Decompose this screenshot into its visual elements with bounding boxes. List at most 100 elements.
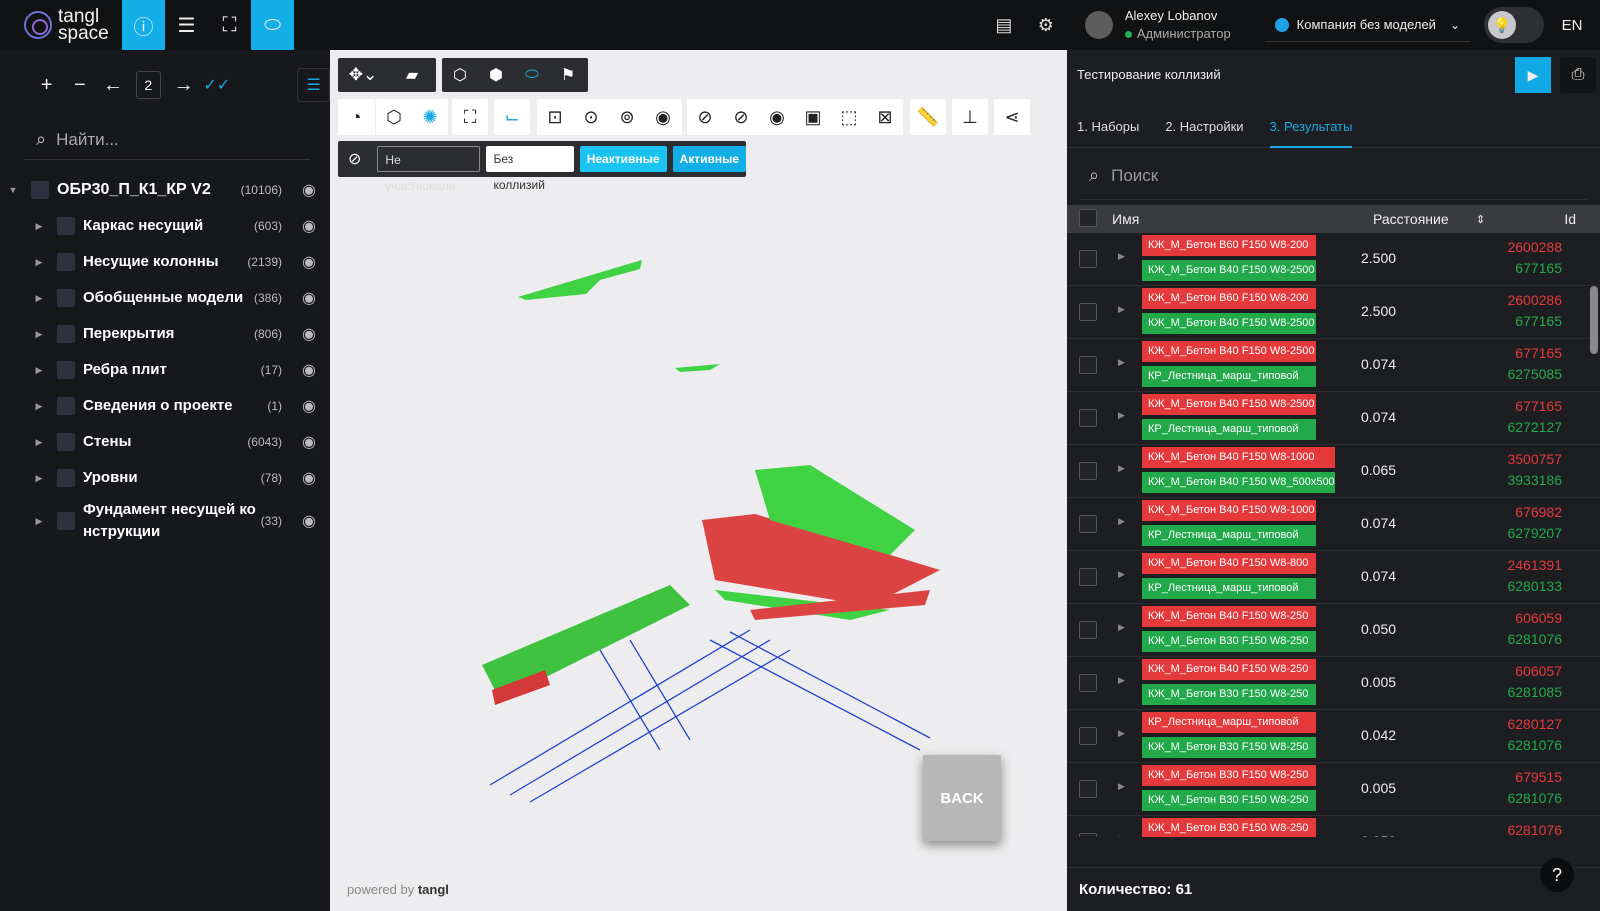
tree-root[interactable]: ▼ ОБР30_П_К1_КР V2 (10106) ◉ (0, 172, 330, 208)
element-a-tag[interactable]: КЖ_М_Бетон B40 F150 W8-800 (1142, 553, 1316, 574)
user-info[interactable]: Alexey Lobanov Администратор (1124, 7, 1231, 43)
tree-item[interactable]: ▶ Каркас несущий (603) ◉ (0, 208, 330, 244)
focus-frame-icon[interactable]: ⊚ (609, 99, 645, 135)
result-row[interactable]: ▶ КЖ_М_Бетон B40 F150 W8-1000 КР_Лестница_… (1067, 498, 1600, 551)
element-a-tag[interactable]: КЖ_М_Бетон B30 F150 W8-250 (1142, 765, 1316, 786)
path-button[interactable]: ⌙ (494, 99, 530, 135)
row-checkbox[interactable] (1079, 833, 1097, 837)
hide-all-icon[interactable]: ⊘ (687, 99, 723, 135)
filter-active[interactable]: Активные (672, 146, 747, 172)
export-report-button[interactable]: ⎙ (1560, 57, 1596, 93)
tree-checkbox[interactable] (57, 217, 75, 235)
isolate-icon[interactable]: ▣ (795, 99, 831, 135)
caret-down-icon[interactable]: ▼ (8, 185, 18, 195)
caret-right-icon[interactable]: ▶ (1118, 728, 1125, 739)
tree-checkbox[interactable] (57, 512, 75, 530)
caret-right-icon[interactable]: ▶ (34, 365, 44, 376)
eye-icon[interactable]: ◉ (302, 216, 316, 236)
result-row[interactable]: ▶ КЖ_М_Бетон B30 F150 W8-250 КЖ_М_Бетон B3… (1067, 763, 1600, 816)
col-id[interactable]: Id (1564, 211, 1576, 227)
element-b-tag[interactable]: КЖ_М_Бетон B40 F150 W8-2500 (1142, 313, 1316, 334)
row-checkbox[interactable] (1079, 780, 1097, 798)
tree-checkbox[interactable] (57, 325, 75, 343)
eye-icon[interactable]: ◉ (302, 468, 316, 488)
eye-icon[interactable]: ◉ (302, 360, 316, 380)
result-row[interactable]: ▶ КЖ_М_Бетон B30 F150 W8-250 0.050 6281076 (1067, 816, 1600, 837)
show-icon[interactable]: ◉ (759, 99, 795, 135)
level-forward-button[interactable]: → (167, 74, 200, 97)
caret-right-icon[interactable]: ▶ (1118, 675, 1125, 686)
element-a-tag[interactable]: КЖ_М_Бетон B40 F150 W8-1000 (1142, 447, 1335, 468)
row-checkbox[interactable] (1079, 409, 1097, 427)
level-cut-button[interactable]: ⊥ (952, 99, 988, 135)
caret-right-icon[interactable]: ▶ (34, 293, 44, 304)
result-row[interactable]: ▶ КР_Лестница_марш_типовой КЖ_М_Бетон B30 … (1067, 710, 1600, 763)
tree-item[interactable]: ▶ Стены (6043) ◉ (0, 424, 330, 460)
element-b-tag[interactable]: КЖ_М_Бетон B30 F150 W8-250 (1142, 737, 1316, 758)
comment-icon[interactable]: ▰ (388, 65, 436, 85)
row-checkbox[interactable] (1079, 356, 1097, 374)
tab-results[interactable]: 3. Результаты (1269, 98, 1353, 148)
tree-search-input[interactable]: ⌕ Найти... (24, 120, 310, 160)
wireframe-cube-icon[interactable]: ⬡ (442, 65, 478, 85)
tree-checkbox[interactable] (57, 289, 75, 307)
caret-right-icon[interactable]: ▶ (1118, 781, 1125, 792)
element-a-tag[interactable]: КЖ_М_Бетон B40 F150 W8-2500 (1142, 394, 1316, 415)
help-button[interactable]: ? (1540, 858, 1574, 892)
frame-tab-button[interactable]: ⛶ (208, 0, 251, 50)
element-b-tag[interactable]: КЖ_М_Бетон B30 F150 W8-250 (1142, 684, 1316, 705)
run-test-button[interactable]: ▶ (1515, 57, 1551, 93)
eye-icon[interactable]: ◉ (302, 180, 316, 200)
hexagon-icon[interactable]: ⬡ (376, 99, 412, 135)
tree-item[interactable]: ▶ Перекрытия (806) ◉ (0, 316, 330, 352)
sort-icon[interactable]: ⇕ (1476, 213, 1485, 226)
caret-right-icon[interactable]: ▶ (1118, 622, 1125, 633)
element-a-tag[interactable]: КЖ_М_Бетон B30 F150 W8-250 (1142, 818, 1316, 837)
tree-item[interactable]: ▶ Ребра плит (17) ◉ (0, 352, 330, 388)
filter-not-participated[interactable]: Не участвовали (377, 146, 481, 193)
hide-selection-icon[interactable]: ⊠ (867, 99, 903, 135)
element-a-tag[interactable]: КЖ_М_Бетон B60 F150 W8-200 (1142, 235, 1316, 256)
caret-right-icon[interactable]: ▶ (1118, 463, 1125, 474)
eye-icon[interactable]: ◉ (302, 288, 316, 308)
tree-checkbox[interactable] (57, 469, 75, 487)
navigation-cube[interactable]: BACK (923, 755, 1001, 841)
tree-item[interactable]: ▶ Обобщенные модели (386) ◉ (0, 280, 330, 316)
row-checkbox[interactable] (1079, 727, 1097, 745)
col-distance[interactable]: Расстояние (1373, 211, 1449, 227)
result-row[interactable]: ▶ КЖ_М_Бетон B40 F150 W8-2500 КР_Лестница_… (1067, 392, 1600, 445)
level-back-button[interactable]: ← (96, 74, 129, 97)
element-b-tag[interactable]: КЖ_М_Бетон B40 F150 W8_500x500 (1142, 472, 1335, 493)
measure-button[interactable]: 📏 (910, 99, 946, 135)
flag-icon[interactable]: ⚑ (550, 65, 586, 85)
filter-no-collisions[interactable]: Без коллизий (486, 146, 574, 192)
share-button[interactable]: ⋖ (994, 99, 1030, 135)
element-b-tag[interactable]: КР_Лестница_марш_типовой (1142, 525, 1316, 546)
caret-right-icon[interactable]: ▶ (34, 257, 44, 268)
result-row[interactable]: ▶ КЖ_М_Бетон B40 F150 W8-250 КЖ_М_Бетон B3… (1067, 657, 1600, 710)
result-row[interactable]: ▶ КЖ_М_Бетон B60 F150 W8-200 КЖ_М_Бетон B4… (1067, 233, 1600, 286)
tree-item[interactable]: ▶ Фундамент несущей ко нструкции (33) ◉ (0, 496, 330, 546)
caret-right-icon[interactable]: ▶ (34, 401, 44, 412)
element-a-tag[interactable]: КЖ_М_Бетон B60 F150 W8-200 (1142, 288, 1316, 309)
caret-right-icon[interactable]: ▶ (1118, 516, 1125, 527)
caret-right-icon[interactable]: ▶ (34, 516, 44, 527)
tree-checkbox[interactable] (57, 397, 75, 415)
speed-button[interactable]: ◔ (338, 99, 375, 135)
eye-icon[interactable]: ◉ (302, 396, 316, 416)
caret-right-icon[interactable]: ▶ (1118, 251, 1125, 262)
caret-right-icon[interactable]: ▶ (1118, 569, 1125, 580)
eye-icon[interactable]: ◉ (302, 432, 316, 452)
element-b-tag[interactable]: КР_Лестница_марш_типовой (1142, 419, 1316, 440)
caret-right-icon[interactable]: ▶ (34, 473, 44, 484)
element-a-tag[interactable]: КЖ_М_Бетон B40 F150 W8-250 (1142, 606, 1316, 627)
tab-sets[interactable]: 1. Наборы (1077, 98, 1139, 148)
hide-collisions-icon[interactable]: ⊘ (338, 149, 371, 169)
col-name[interactable]: Имя (1112, 211, 1139, 227)
focus-selection-icon[interactable]: ⊙ (573, 99, 609, 135)
element-a-tag[interactable]: КР_Лестница_марш_типовой (1142, 712, 1316, 733)
caret-right-icon[interactable]: ▶ (1118, 304, 1125, 315)
zoom-extents-icon[interactable]: ⊡ (537, 99, 573, 135)
collision-tab-button[interactable]: ⬭ (251, 0, 294, 50)
theme-toggle[interactable]: 💡 (1484, 7, 1544, 43)
